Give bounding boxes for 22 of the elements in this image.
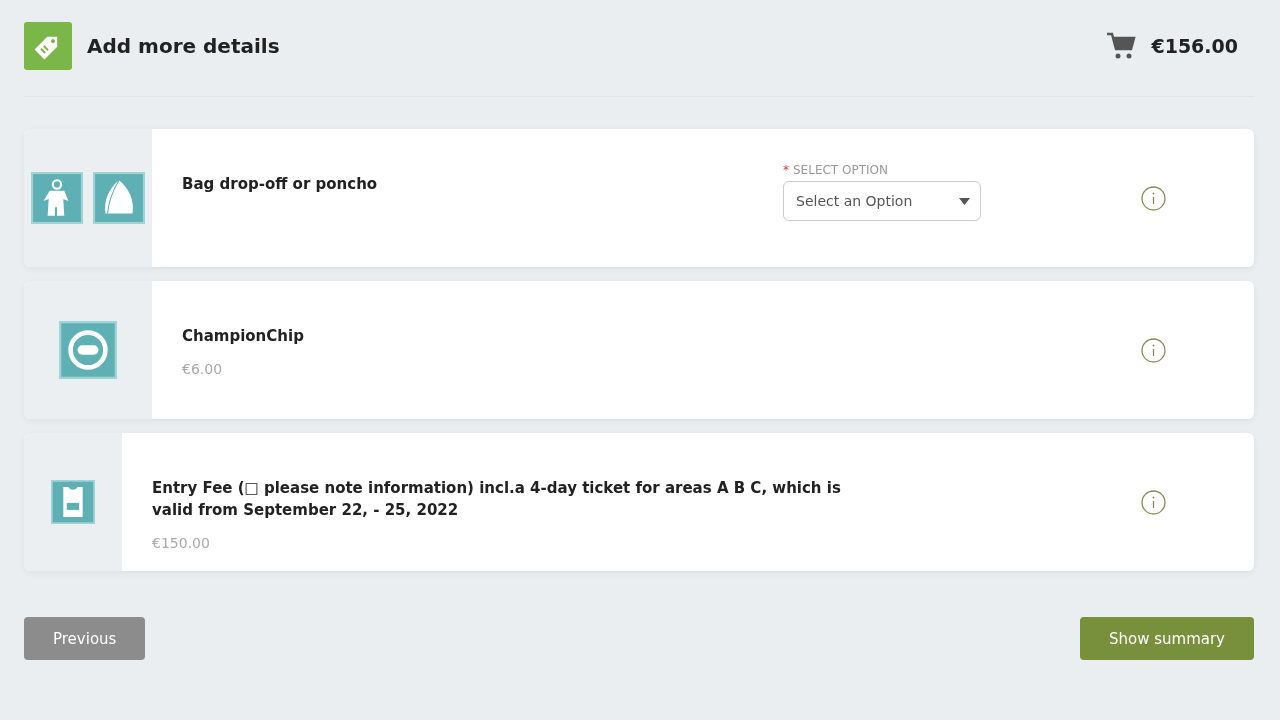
- info-icon[interactable]: [1141, 337, 1166, 363]
- page-title: Add more details: [87, 34, 280, 58]
- previous-button[interactable]: Previous: [24, 617, 146, 660]
- race-bib-icon: [51, 480, 95, 524]
- item-price: €6.00: [182, 361, 224, 377]
- tag-icon: [24, 22, 72, 70]
- item-name: Entry Fee (□ please note information) incl.a 4-day ticket for areas A B C, which is valid from September 22, - 25, 2022: [152, 478, 842, 521]
- field-label: SELECT OPTION: [793, 163, 888, 177]
- caret-icon: [959, 197, 970, 205]
- item-name: Bag drop-off or poncho: [182, 174, 379, 195]
- show-summary-button[interactable]: Show summary: [1079, 617, 1254, 660]
- cart-total: €156.00: [1151, 35, 1238, 57]
- chip-icon: [59, 321, 117, 379]
- item-price: €150.00: [152, 535, 211, 551]
- item-name: ChampionChip: [182, 326, 305, 347]
- figure-icon: [31, 172, 83, 224]
- info-icon[interactable]: [1141, 489, 1166, 515]
- required-mark: *: [783, 163, 789, 177]
- cart-icon[interactable]: [1106, 32, 1137, 60]
- info-icon[interactable]: [1141, 185, 1166, 211]
- option-select[interactable]: Select an Option: [783, 181, 981, 221]
- bag-icon: [93, 172, 145, 224]
